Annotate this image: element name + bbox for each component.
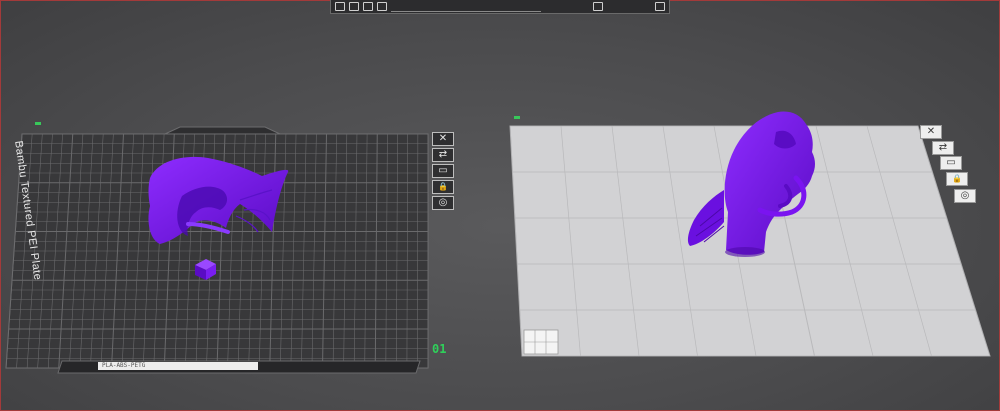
plate-1-tab <box>164 126 281 135</box>
plate-2-lock-button[interactable]: 🔒 <box>946 172 968 186</box>
plate-1-orient-button[interactable]: ▭ <box>432 164 454 178</box>
plate-1[interactable] <box>5 122 429 374</box>
plate-2[interactable] <box>509 111 991 357</box>
plate-1-settings-button[interactable]: ◎ <box>432 196 454 210</box>
auto-arrange-icon: ⇄ <box>438 149 448 160</box>
plate-2-close-button[interactable]: ✕ <box>920 125 942 139</box>
plate-2-settings-button[interactable]: ◎ <box>954 189 976 203</box>
scene-canvas[interactable] <box>0 0 1000 411</box>
plate-1-number: 01 <box>432 342 447 356</box>
plate-1-filament-label: PLA-ABS-PETG <box>98 362 258 370</box>
plate-1-marker <box>35 122 41 125</box>
orient-plate-icon: ▭ <box>946 157 956 168</box>
plate-1-lock-button[interactable]: 🔒 <box>432 180 454 194</box>
close-icon: ✕ <box>926 126 936 137</box>
settings-icon: ◎ <box>960 190 970 201</box>
3d-viewport[interactable]: Bambu Textured PEI Plate PLA-ABS-PETG 01… <box>0 0 1000 411</box>
settings-icon: ◎ <box>438 197 448 208</box>
plate-1-arrange-button[interactable]: ⇄ <box>432 148 454 162</box>
plate-2-marker <box>514 116 520 119</box>
lock-icon: 🔒 <box>438 182 448 191</box>
auto-arrange-icon: ⇄ <box>938 142 948 153</box>
plate-2-orient-button[interactable]: ▭ <box>940 156 962 170</box>
plate-1-close-button[interactable]: ✕ <box>432 132 454 146</box>
plate-2-arrange-button[interactable]: ⇄ <box>932 141 954 155</box>
orient-plate-icon: ▭ <box>438 165 448 176</box>
close-icon: ✕ <box>438 133 448 144</box>
lock-icon: 🔒 <box>952 174 962 183</box>
plate-2-origin-marker <box>523 329 559 355</box>
